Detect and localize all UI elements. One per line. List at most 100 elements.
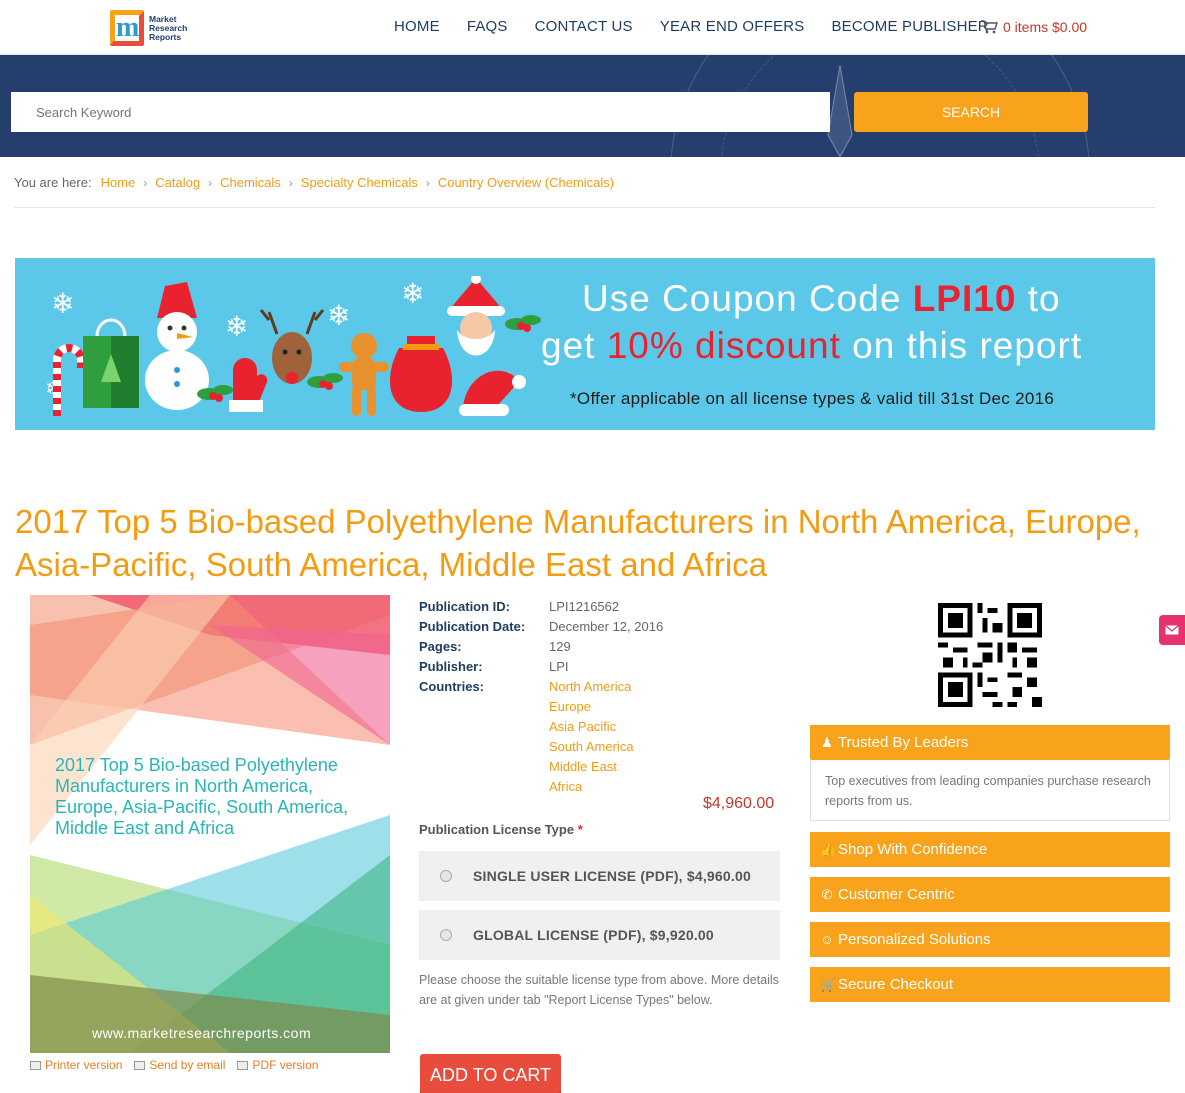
breadcrumb-label: You are here: bbox=[14, 175, 92, 190]
sidebar-item-label: Customer Centric bbox=[838, 886, 955, 903]
search-band: SEARCH bbox=[0, 55, 1185, 157]
snowflake-icon: ❄ bbox=[225, 311, 249, 342]
publisher: LPI bbox=[549, 659, 569, 674]
publication-id: LPI1216562 bbox=[549, 599, 620, 614]
nav-contact-us[interactable]: CONTACT US bbox=[535, 18, 633, 35]
santa-hat-icon bbox=[459, 370, 526, 416]
envelope-icon bbox=[1165, 625, 1179, 635]
search-input[interactable] bbox=[11, 92, 830, 132]
country-link[interactable]: North America bbox=[549, 677, 634, 697]
main-nav: HOME FAQS CONTACT US YEAR END OFFERS BEC… bbox=[394, 18, 1016, 35]
logo-mark: m bbox=[110, 10, 144, 46]
trusted-by-leaders-header: ♟ Trusted By Leaders bbox=[810, 725, 1170, 760]
country-list: North America Europe Asia Pacific South … bbox=[549, 677, 634, 797]
page-title: 2017 Top 5 Bio-based Polyethylene Manufa… bbox=[15, 503, 1141, 583]
publication-date: December 12, 2016 bbox=[549, 619, 664, 634]
coupon-banner[interactable]: ❄ ❄ ❄ ❄ ❄ ❄ ❄ bbox=[15, 258, 1155, 430]
add-to-cart-button[interactable]: ADD TO CART bbox=[420, 1054, 561, 1093]
detail-row: Publisher: LPI bbox=[419, 657, 663, 677]
sidebar-item-label: Personalized Solutions bbox=[838, 931, 991, 948]
send-by-email-link[interactable]: Send by email bbox=[134, 1058, 225, 1072]
breadcrumb: You are here: Home › Catalog › Chemicals… bbox=[14, 175, 614, 190]
banner-subheadline: get 10% discount on this report bbox=[541, 325, 1082, 367]
cover-title: 2017 Top 5 Bio-based Polyethylene Manufa… bbox=[55, 755, 349, 838]
nav-home[interactable]: HOME bbox=[394, 18, 440, 35]
detail-label: Publication Date: bbox=[419, 619, 526, 634]
printer-version-link[interactable]: Printer version bbox=[30, 1058, 122, 1072]
snowflake-icon: ❄ bbox=[401, 278, 425, 309]
detail-row: Pages: 129 bbox=[419, 637, 663, 657]
breadcrumb-home[interactable]: Home bbox=[101, 175, 136, 190]
license-radio[interactable] bbox=[440, 870, 452, 882]
cart-link[interactable]: 0 items $0.00 bbox=[981, 19, 1087, 35]
trusted-by-leaders-body: Top executives from leading companies pu… bbox=[810, 759, 1170, 821]
country-link[interactable]: Middle East bbox=[549, 757, 634, 777]
cart-icon bbox=[981, 20, 998, 34]
country-link[interactable]: Africa bbox=[549, 777, 634, 797]
banner-note: *Offer applicable on all license types &… bbox=[570, 389, 1055, 408]
site-logo[interactable]: m Market Research Reports bbox=[110, 9, 190, 47]
sidebar-item-label: Shop With Confidence bbox=[838, 841, 988, 858]
license-option-global[interactable]: GLOBAL LICENSE (PDF), $9,920.00 bbox=[419, 910, 780, 960]
thumbs-up-icon: 👍 bbox=[820, 841, 837, 857]
discount-amount: 10% discount bbox=[606, 325, 841, 366]
coupon-code: LPI10 bbox=[912, 278, 1017, 319]
breadcrumb-chemicals[interactable]: Chemicals bbox=[220, 175, 281, 190]
report-cover-image: 2017 Top 5 Bio-based Polyethylene Manufa… bbox=[30, 595, 390, 1053]
top-header: m Market Research Reports HOME FAQS CONT… bbox=[0, 0, 1185, 55]
holly-icon bbox=[505, 315, 541, 332]
printer-version-label: Printer version bbox=[45, 1058, 123, 1072]
pdf-icon bbox=[237, 1061, 249, 1071]
gift-bag-icon bbox=[83, 318, 139, 408]
logo-letter: m bbox=[116, 12, 140, 43]
banner-headline: Use Coupon Code LPI10 to bbox=[582, 278, 1061, 320]
license-option-label: SINGLE USER LICENSE (PDF), $4,960.00 bbox=[473, 868, 751, 884]
smile-icon: ☺ bbox=[820, 932, 834, 947]
cart-summary: 0 items $0.00 bbox=[1003, 19, 1088, 35]
report-details: Publication ID: LPI1216562 Publication Da… bbox=[419, 597, 663, 797]
chevron-right-icon: › bbox=[208, 175, 213, 190]
detail-label: Pages: bbox=[419, 639, 462, 654]
holly-icon bbox=[197, 385, 233, 402]
license-radio[interactable] bbox=[440, 929, 452, 941]
license-type-label: Publication License Type * bbox=[419, 822, 583, 837]
detail-row: Publication ID: LPI1216562 bbox=[419, 597, 663, 617]
country-link[interactable]: Asia Pacific bbox=[549, 717, 634, 737]
detail-row: Countries: North America Europe Asia Pac… bbox=[419, 677, 663, 797]
phone-icon: ✆ bbox=[821, 886, 833, 902]
breadcrumb-catalog[interactable]: Catalog bbox=[155, 175, 200, 190]
license-help-text: Please choose the suitable license type … bbox=[419, 973, 779, 1007]
snowflake-icon: ❄ bbox=[51, 288, 75, 319]
chevron-right-icon: › bbox=[143, 175, 148, 190]
nav-faqs[interactable]: FAQS bbox=[467, 18, 508, 35]
search-button[interactable]: SEARCH bbox=[854, 92, 1088, 132]
report-actions: Printer version Send by email PDF versio… bbox=[30, 1058, 318, 1072]
country-link[interactable]: South America bbox=[549, 737, 634, 757]
banner-text: Use Coupon Code bbox=[582, 278, 913, 319]
sidebar-item-label: Secure Checkout bbox=[838, 976, 954, 993]
breadcrumb-specialty-chemicals[interactable]: Specialty Chemicals bbox=[301, 175, 418, 190]
nav-become-publisher[interactable]: BECOME PUBLISHER bbox=[831, 18, 988, 35]
detail-label: Publisher: bbox=[419, 659, 483, 674]
country-link[interactable]: Europe bbox=[549, 697, 634, 717]
shopping-cart-icon: 🛒 bbox=[820, 976, 837, 992]
email-tab[interactable] bbox=[1159, 615, 1185, 645]
printer-icon bbox=[30, 1061, 41, 1071]
qr-code bbox=[937, 603, 1043, 707]
shop-with-confidence[interactable]: 👍 Shop With Confidence bbox=[810, 832, 1170, 867]
snowflake-icon: ❄ bbox=[327, 300, 351, 331]
chevron-right-icon: › bbox=[288, 175, 293, 190]
users-icon: ♟ bbox=[821, 734, 833, 750]
customer-centric[interactable]: ✆ Customer Centric bbox=[810, 877, 1170, 912]
detail-label: Countries: bbox=[419, 679, 484, 694]
breadcrumb-country-overview[interactable]: Country Overview (Chemicals) bbox=[438, 175, 614, 190]
santa-icon bbox=[447, 276, 505, 356]
license-option-single[interactable]: SINGLE USER LICENSE (PDF), $4,960.00 bbox=[419, 851, 780, 901]
secure-checkout[interactable]: 🛒 Secure Checkout bbox=[810, 967, 1170, 1002]
detail-label: Publication ID: bbox=[419, 599, 510, 614]
nav-year-end-offers[interactable]: YEAR END OFFERS bbox=[660, 18, 805, 35]
required-marker: * bbox=[577, 822, 583, 837]
pdf-version-link[interactable]: PDF version bbox=[237, 1058, 318, 1072]
banner-text: to bbox=[1016, 278, 1061, 319]
personalized-solutions[interactable]: ☺ Personalized Solutions bbox=[810, 922, 1170, 957]
